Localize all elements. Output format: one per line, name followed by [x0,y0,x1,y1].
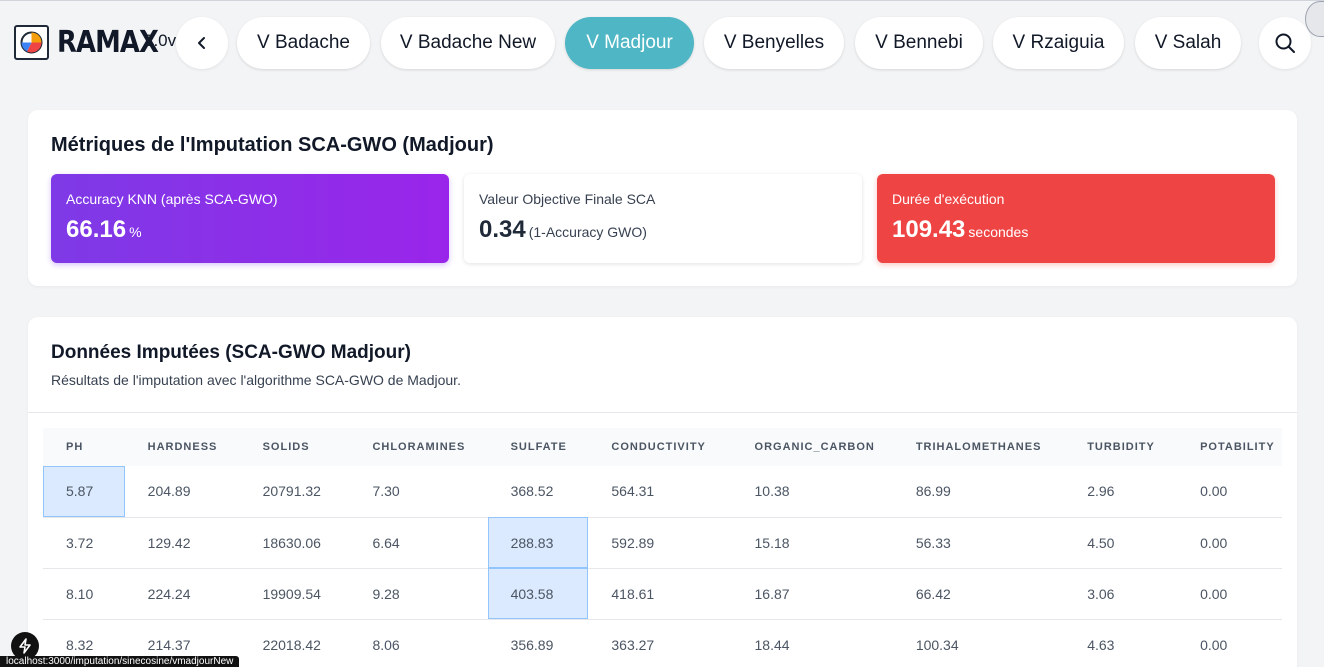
app-name: RAMAX [57,25,159,60]
column-header[interactable]: POTABILITY [1177,428,1282,466]
table-cell: 22018.42 [239,619,350,667]
column-header[interactable]: CHLORAMINES [349,428,488,466]
imputed-data-title: Données Imputées (SCA-GWO Madjour) [51,342,411,363]
table-cell: 418.61 [588,568,732,620]
table-cell: 66.42 [892,568,1065,620]
table-cell: 0.00 [1177,466,1282,518]
logo-icon [14,25,49,60]
table-row: 8.10 224.24 19909.54 9.28 403.58 418.61 … [43,568,1282,620]
duration-value: 109.43 [892,216,966,243]
table-row: 3.72 129.42 18630.06 6.64 288.83 592.89 … [43,517,1282,569]
column-header[interactable]: SULFATE [487,428,589,466]
objective-metric-card: Valeur Objective Finale SCA 0.34 (1-Accur… [464,174,862,263]
table-cell: 204.89 [124,466,240,518]
top-navigation-bar: RAMAX 2.0v V Badache V Badache New V Mad… [0,0,1324,84]
objective-label: Valeur Objective Finale SCA [479,191,656,207]
column-header[interactable]: SOLIDS [239,428,350,466]
table-cell: 10.38 [731,466,893,518]
status-bar-url: localhost:3000/imputation/sinecosine/vma… [0,656,240,667]
imputed-cell: 5.87 [43,466,125,518]
table-cell: 0.00 [1177,517,1282,569]
table-row: 5.87 204.89 20791.32 7.30 368.52 564.31 … [43,466,1282,518]
accuracy-metric-card: Accuracy KNN (après SCA-GWO) 66.16% [51,174,449,263]
search-button[interactable] [1259,17,1311,69]
tab-v-bennebi[interactable]: V Bennebi [855,17,983,69]
lightning-icon [19,638,31,654]
app-logo[interactable]: RAMAX 2.0v [14,25,177,60]
objective-unit: (1-Accuracy GWO) [528,224,647,240]
search-icon [1275,33,1295,53]
table-cell: 4.50 [1064,517,1178,569]
accuracy-value: 66.16 [66,216,127,243]
table-cell: 20791.32 [239,466,350,518]
table-cell: 368.52 [487,466,589,518]
tab-v-rzaiguia[interactable]: V Rzaiguia [993,17,1124,69]
imputed-cell: 403.58 [487,568,589,620]
table-cell: 6.64 [349,517,488,569]
tab-v-madjour[interactable]: V Madjour [565,17,694,69]
table-cell: 0.00 [1177,619,1282,667]
accuracy-unit: % [129,224,142,240]
tab-v-badache-new[interactable]: V Badache New [381,17,555,69]
duration-label: Durée d'exécution [892,191,1005,207]
table-cell: 16.87 [731,568,893,620]
table-cell: 564.31 [588,466,732,518]
imputed-data-table: PH HARDNESS SOLIDS CHLORAMINES SULFATE C… [43,428,1282,667]
tab-v-badache[interactable]: V Badache [237,17,370,69]
table-cell: 18.44 [731,619,893,667]
table-cell: 356.89 [487,619,589,667]
table-cell: 4.63 [1064,619,1178,667]
table-cell: 129.42 [124,517,240,569]
column-header[interactable]: ORGANIC_CARBON [731,428,893,466]
app-version: 2.0v [144,31,177,50]
column-header[interactable]: CONDUCTIVITY [588,428,732,466]
imputed-cell: 288.83 [487,517,589,569]
objective-value: 0.34 [479,216,526,243]
table-cell: 56.33 [892,517,1065,569]
table-cell: 100.34 [892,619,1065,667]
column-header[interactable]: TRIHALOMETHANES [892,428,1065,466]
table-cell: 7.30 [349,466,488,518]
metrics-title: Métriques de l'Imputation SCA-GWO (Madjo… [51,134,494,156]
duration-metric-card: Durée d'exécution 109.43 secondes [877,174,1275,263]
divider [28,412,1297,413]
table-cell: 3.72 [43,517,125,569]
imputed-data-subtitle: Résultats de l'imputation avec l'algorit… [51,372,461,388]
table-cell: 9.28 [349,568,488,620]
table-cell: 86.99 [892,466,1065,518]
column-header[interactable]: HARDNESS [124,428,240,466]
table-cell: 592.89 [588,517,732,569]
table-cell: 15.18 [731,517,893,569]
table-cell: 2.96 [1064,466,1178,518]
table-header-row: PH HARDNESS SOLIDS CHLORAMINES SULFATE C… [43,428,1282,466]
table-cell: 18630.06 [239,517,350,569]
table-cell: 224.24 [124,568,240,620]
table-cell: 363.27 [588,619,732,667]
tab-v-benyelles[interactable]: V Benyelles [704,17,844,69]
table-cell: 8.10 [43,568,125,620]
column-header[interactable]: TURBIDITY [1064,428,1178,466]
table-cell: 3.06 [1064,568,1178,620]
table-cell: 0.00 [1177,568,1282,620]
table-cell: 8.06 [349,619,488,667]
column-header[interactable]: PH [43,428,125,466]
table-cell: 19909.54 [239,568,350,620]
duration-unit: secondes [968,224,1029,240]
tab-v-salah[interactable]: V Salah [1135,17,1241,69]
scroll-left-button[interactable] [176,17,228,69]
chevron-left-icon [198,37,205,49]
accuracy-label: Accuracy KNN (après SCA-GWO) [66,191,278,207]
